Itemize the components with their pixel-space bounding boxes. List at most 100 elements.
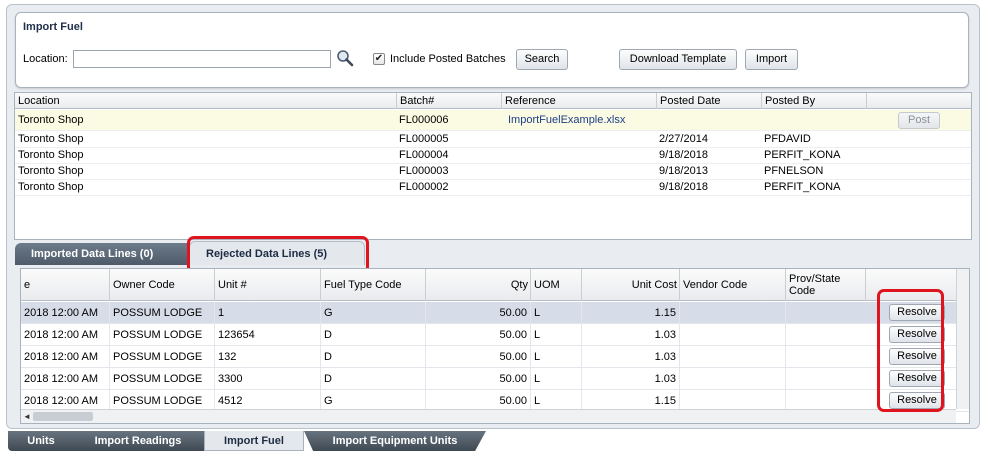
cell-unit-cost: 1.03 (581, 324, 679, 346)
cell-location: Toronto Shop (18, 149, 84, 161)
column-header-posted-by[interactable]: Posted By (761, 93, 815, 109)
scroll-left-icon[interactable]: ◄ (23, 410, 31, 423)
cell-unit-cost: 1.03 (581, 368, 679, 390)
table-row[interactable]: Toronto Shop FL000002 9/18/2018 PERFIT_K… (15, 180, 971, 196)
cell-unit-cost: 1.15 (581, 302, 679, 324)
cell-batch: FL000002 (399, 181, 449, 193)
cell-fuel-type: D (320, 346, 332, 368)
column-header-owner-code[interactable]: Owner Code (109, 269, 214, 301)
search-icon[interactable] (336, 49, 354, 67)
cell-posted-date: 9/18/2018 (659, 149, 708, 161)
resolve-highlight (877, 289, 944, 412)
cell-prov-state-code (785, 324, 789, 346)
bottom-tab-import-fuel[interactable]: Import Fuel (204, 431, 304, 451)
cell-qty: 50.00 (425, 368, 530, 390)
cell-prov-state-code (785, 368, 789, 390)
column-header-action (866, 93, 973, 109)
cell-posted-by: PFNELSON (764, 165, 824, 177)
cell-posted-by: PERFIT_KONA (764, 181, 841, 193)
cell-batch: FL000004 (399, 149, 449, 161)
cell-owner-code: POSSUM LODGE (109, 324, 202, 346)
cell-owner-code: POSSUM LODGE (109, 368, 202, 390)
cell-fuel-type: G (320, 302, 333, 324)
cell-uom: L (530, 324, 540, 346)
column-header-fuel-type[interactable]: Fuel Type Code (320, 269, 425, 301)
column-header-location[interactable]: Location (15, 93, 60, 109)
cell-date: 2018 12:00 AM (24, 329, 99, 341)
cell-qty: 50.00 (425, 346, 530, 368)
column-header-unit[interactable]: Unit # (214, 269, 320, 301)
rejected-grid-header: e Owner Code Unit # Fuel Type Code Qty U… (21, 269, 969, 301)
cell-unit: 3300 (214, 368, 242, 390)
cell-uom: L (530, 368, 540, 390)
horizontal-scrollbar[interactable]: ◄ (21, 409, 956, 423)
cell-location: Toronto Shop (18, 133, 84, 145)
cell-qty: 50.00 (425, 324, 530, 346)
cell-batch: FL000003 (399, 165, 449, 177)
table-row[interactable]: Toronto Shop FL000004 9/18/2018 PERFIT_K… (15, 148, 971, 164)
cell-vendor-code (679, 302, 683, 324)
download-template-button[interactable]: Download Template (619, 49, 737, 70)
cell-batch: FL000005 (399, 133, 449, 145)
rejected-lines-grid: e Owner Code Unit # Fuel Type Code Qty U… (20, 268, 970, 424)
cell-uom: L (530, 346, 540, 368)
column-header-date[interactable]: e (21, 269, 109, 301)
column-header-uom[interactable]: UOM (530, 269, 581, 301)
cell-prov-state-code (785, 302, 789, 324)
cell-unit: 132 (214, 346, 236, 368)
cell-posted-date: 2/27/2014 (659, 133, 708, 145)
cell-posted-by: PFDAVID (764, 133, 811, 145)
table-row[interactable]: 2018 12:00 AM POSSUM LODGE 123654 D 50.0… (21, 324, 969, 346)
include-posted-label: Include Posted Batches (390, 53, 506, 65)
bottom-tab-units[interactable]: Units (8, 431, 74, 451)
cell-posted-date: 9/18/2013 (659, 165, 708, 177)
table-row[interactable]: Toronto Shop FL000003 9/18/2013 PFNELSON (15, 164, 971, 180)
cell-location: Toronto Shop (18, 114, 84, 126)
table-row[interactable]: 2018 12:00 AM POSSUM LODGE 132 D 50.00 L… (21, 346, 969, 368)
column-header-unit-cost[interactable]: Unit Cost (581, 269, 679, 301)
bottom-tab-import-equipment-units[interactable]: Import Equipment Units (304, 431, 486, 451)
cell-fuel-type: D (320, 324, 332, 346)
vertical-scrollbar[interactable] (956, 269, 969, 409)
cell-posted-by: PERFIT_KONA (764, 149, 841, 161)
cell-posted-date: 9/18/2018 (659, 181, 708, 193)
import-fuel-window: Import Fuel Location: ✔ Include Posted B… (6, 4, 980, 429)
batches-grid: Location Batch# Reference Posted Date Po… (14, 92, 972, 240)
batches-grid-header: Location Batch# Reference Posted Date Po… (15, 93, 971, 109)
cell-fuel-type: D (320, 368, 332, 390)
tab-imported-data-lines[interactable]: Imported Data Lines (0) (15, 243, 195, 265)
cell-qty: 50.00 (425, 302, 530, 324)
column-header-qty[interactable]: Qty (425, 269, 530, 301)
column-header-batch[interactable]: Batch# (396, 93, 434, 109)
location-label: Location: (23, 53, 68, 65)
cell-location: Toronto Shop (18, 181, 84, 193)
location-input[interactable] (73, 50, 331, 68)
cell-location: Toronto Shop (18, 165, 84, 177)
column-header-posted-date[interactable]: Posted Date (656, 93, 721, 109)
column-header-prov-state-code[interactable]: Prov/State Code (785, 269, 865, 301)
import-button[interactable]: Import (745, 49, 798, 70)
cell-batch: FL000006 (399, 114, 449, 126)
search-button[interactable]: Search (516, 49, 568, 70)
cell-vendor-code (679, 346, 683, 368)
table-row[interactable]: Toronto Shop FL000005 2/27/2014 PFDAVID (15, 132, 971, 148)
cell-vendor-code (679, 368, 683, 390)
table-row[interactable]: 2018 12:00 AM POSSUM LODGE 3300 D 50.00 … (21, 368, 969, 390)
cell-vendor-code (679, 324, 683, 346)
column-header-reference[interactable]: Reference (501, 93, 556, 109)
post-button[interactable]: Post (898, 112, 940, 129)
cell-owner-code: POSSUM LODGE (109, 302, 202, 324)
cell-unit: 123654 (214, 324, 255, 346)
cell-unit-cost: 1.03 (581, 346, 679, 368)
reference-link[interactable]: ImportFuelExample.xlsx (505, 110, 625, 131)
panel-title: Import Fuel (23, 21, 83, 33)
table-row[interactable]: 2018 12:00 AM POSSUM LODGE 1 G 50.00 L 1… (21, 302, 969, 324)
table-row[interactable]: Toronto Shop FL000006 ImportFuelExample.… (15, 110, 971, 131)
cell-unit: 1 (214, 302, 224, 324)
scroll-thumb[interactable] (33, 412, 93, 421)
cell-date: 2018 12:00 AM (24, 351, 99, 363)
bottom-tab-import-readings[interactable]: Import Readings (72, 431, 204, 451)
include-posted-checkbox[interactable]: ✔ (373, 53, 385, 65)
cell-prov-state-code (785, 346, 789, 368)
column-header-vendor-code[interactable]: Vendor Code (679, 269, 785, 301)
